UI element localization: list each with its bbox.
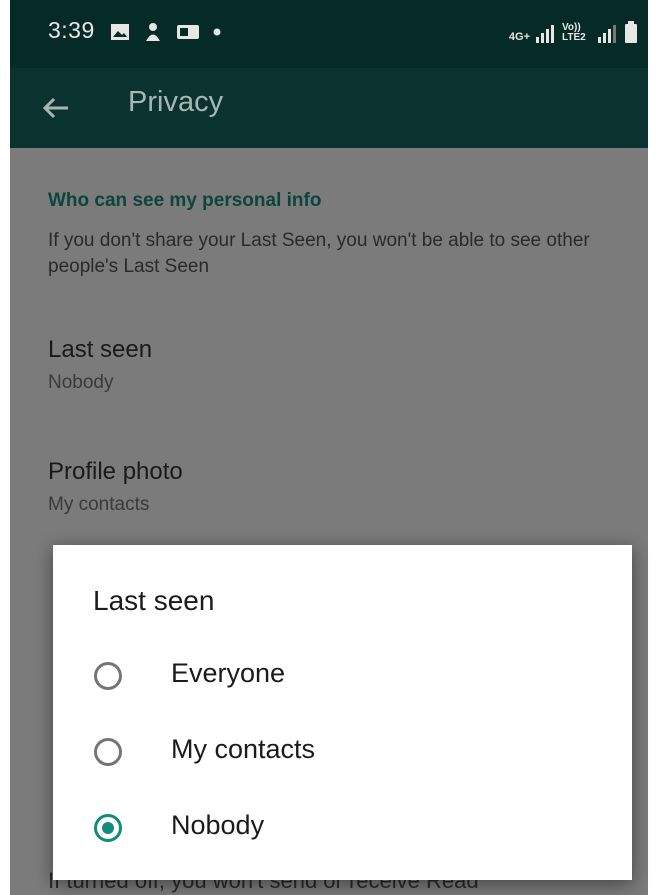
radio-checked-icon[interactable] [94, 814, 122, 842]
dot-icon [213, 28, 221, 36]
network-type-label: 4G+ [508, 31, 530, 43]
option-label: Nobody [171, 810, 265, 840]
notification-icon [146, 23, 160, 41]
option-everyone[interactable]: Everyone [53, 643, 632, 713]
battery-icon [625, 21, 637, 43]
status-system-icons: 4G+ Vo)) LTE2 [509, 21, 638, 43]
back-arrow-icon[interactable] [40, 92, 72, 124]
option-my-contacts[interactable]: My contacts [53, 719, 632, 789]
option-label: My contacts [171, 734, 316, 764]
status-bar: 3:39 4G+ Vo)) LTE2 [10, 0, 648, 68]
signal-icon-2 [598, 25, 616, 43]
dialog-title: Last seen [93, 585, 215, 616]
option-label: Everyone [171, 658, 286, 688]
last-seen-dialog: Last seen Everyone My contacts Nobody [53, 545, 632, 880]
volte-label: Vo)) LTE2 [562, 22, 586, 43]
app-bar: Privacy [10, 68, 648, 148]
signal-icon [536, 25, 554, 43]
option-nobody[interactable]: Nobody [53, 795, 632, 865]
app-icon [177, 25, 199, 39]
gallery-icon [111, 24, 129, 40]
status-time: 3:39 [48, 17, 95, 43]
status-notification-icons [110, 22, 221, 42]
page-title: Privacy [128, 86, 224, 118]
radio-icon[interactable] [94, 738, 122, 766]
radio-icon[interactable] [94, 662, 122, 690]
